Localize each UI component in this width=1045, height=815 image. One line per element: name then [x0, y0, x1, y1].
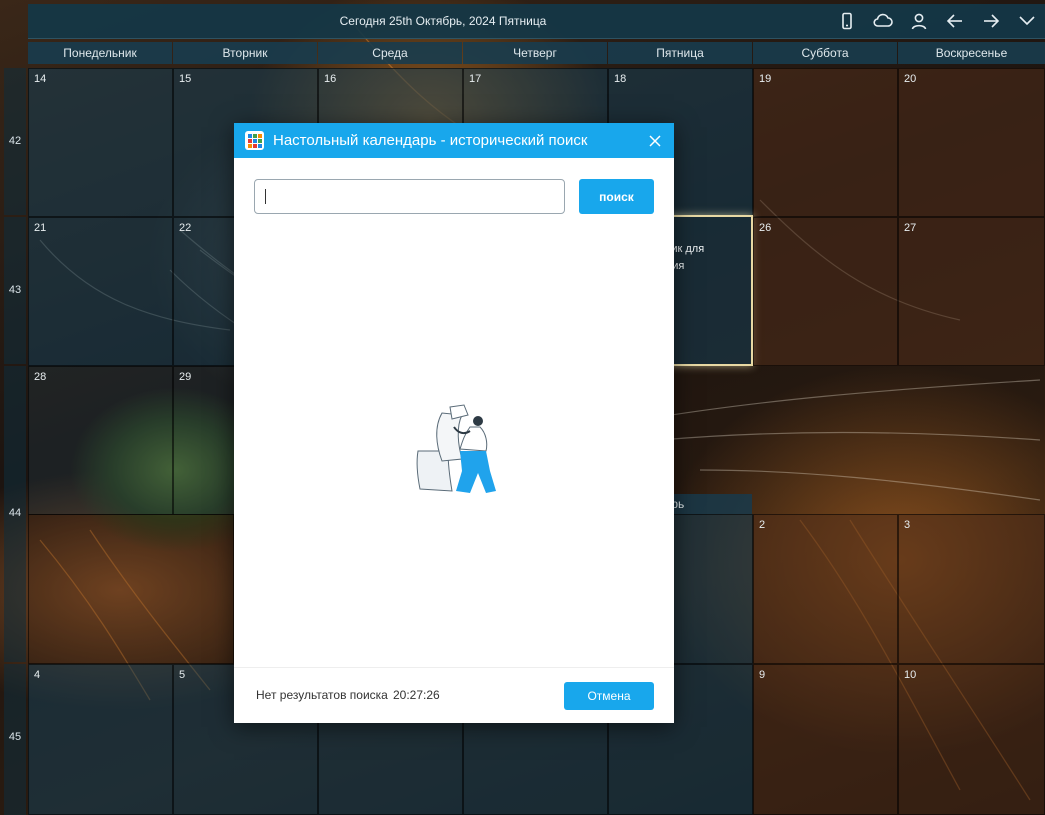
day-number: 14 [34, 73, 47, 85]
week-number[interactable]: 44 [4, 366, 26, 662]
today-date-title[interactable]: Сегодня 25th Октябрь, 2024 Пятница [28, 4, 858, 38]
day-cell[interactable]: 4 [28, 664, 173, 815]
day-number: 28 [34, 371, 47, 383]
cloud-icon[interactable] [865, 4, 901, 38]
day-number: 19 [759, 73, 772, 85]
chevron-down-icon[interactable] [1009, 4, 1045, 38]
day-number: 20 [904, 73, 917, 85]
arrow-left-icon[interactable] [937, 4, 973, 38]
dialog-footer: Нет результатов поиска 20:27:26 Отмена [234, 667, 674, 723]
day-header-saturday: Суббота [753, 42, 897, 64]
day-cell[interactable]: 14 [28, 68, 173, 217]
day-header-monday: Понедельник [28, 42, 172, 64]
day-cell[interactable]: 9 [753, 664, 898, 815]
phone-icon[interactable] [829, 4, 865, 38]
day-cell[interactable]: 21 [28, 217, 173, 366]
day-number: 15 [179, 73, 192, 85]
day-cell[interactable]: 20 [898, 68, 1045, 217]
day-number: 22 [179, 222, 192, 234]
dialog-title: Настольный календарь - исторический поис… [273, 132, 588, 149]
dialog-titlebar[interactable]: Настольный календарь - исторический поис… [234, 123, 674, 158]
day-cell[interactable]: 27 [898, 217, 1045, 366]
week-number[interactable]: 42 [4, 68, 26, 215]
search-status-label: Нет результатов поиска [256, 688, 388, 702]
user-icon[interactable] [901, 4, 937, 38]
day-number: 29 [179, 371, 192, 383]
day-number: 17 [469, 73, 482, 85]
app-logo-icon [245, 131, 264, 150]
day-number: 26 [759, 222, 772, 234]
day-header-friday: Пятница [608, 42, 752, 64]
day-number: 10 [904, 669, 917, 681]
day-cell[interactable]: 19 [753, 68, 898, 217]
empty-results-illustration-icon [412, 401, 496, 501]
search-status-time: 20:27:26 [393, 688, 440, 702]
text-cursor [265, 189, 266, 204]
close-icon[interactable] [641, 127, 668, 154]
day-cell[interactable]: 26 [753, 217, 898, 366]
day-number: 3 [904, 519, 911, 531]
day-cell[interactable]: 2 [753, 514, 898, 664]
calendar-topbar: Сегодня 25th Октябрь, 2024 Пятница [28, 4, 1045, 39]
arrow-right-icon[interactable] [973, 4, 1009, 38]
day-number: 9 [759, 669, 766, 681]
day-header-thursday: Четверг [463, 42, 607, 64]
week-number[interactable]: 45 [4, 664, 26, 815]
day-cell[interactable]: 10 [898, 664, 1045, 815]
day-cell[interactable] [28, 514, 234, 664]
day-cell[interactable]: 28 [28, 366, 173, 515]
day-cell[interactable]: 3 [898, 514, 1045, 664]
history-search-dialog: Настольный календарь - исторический поис… [234, 123, 674, 723]
cancel-button[interactable]: Отмена [564, 682, 654, 710]
day-header-sunday: Воскресенье [898, 42, 1045, 64]
day-header-tuesday: Вторник [173, 42, 317, 64]
day-number: 21 [34, 222, 47, 234]
day-number: 2 [759, 519, 766, 531]
search-button[interactable]: поиск [579, 179, 654, 214]
day-header-wednesday: Среда [318, 42, 462, 64]
search-input[interactable] [254, 179, 565, 214]
day-number: 16 [324, 73, 337, 85]
day-number: 5 [179, 669, 186, 681]
week-number[interactable]: 43 [4, 217, 26, 364]
day-number: 18 [614, 73, 627, 85]
day-number: 27 [904, 222, 917, 234]
day-number: 4 [34, 669, 41, 681]
